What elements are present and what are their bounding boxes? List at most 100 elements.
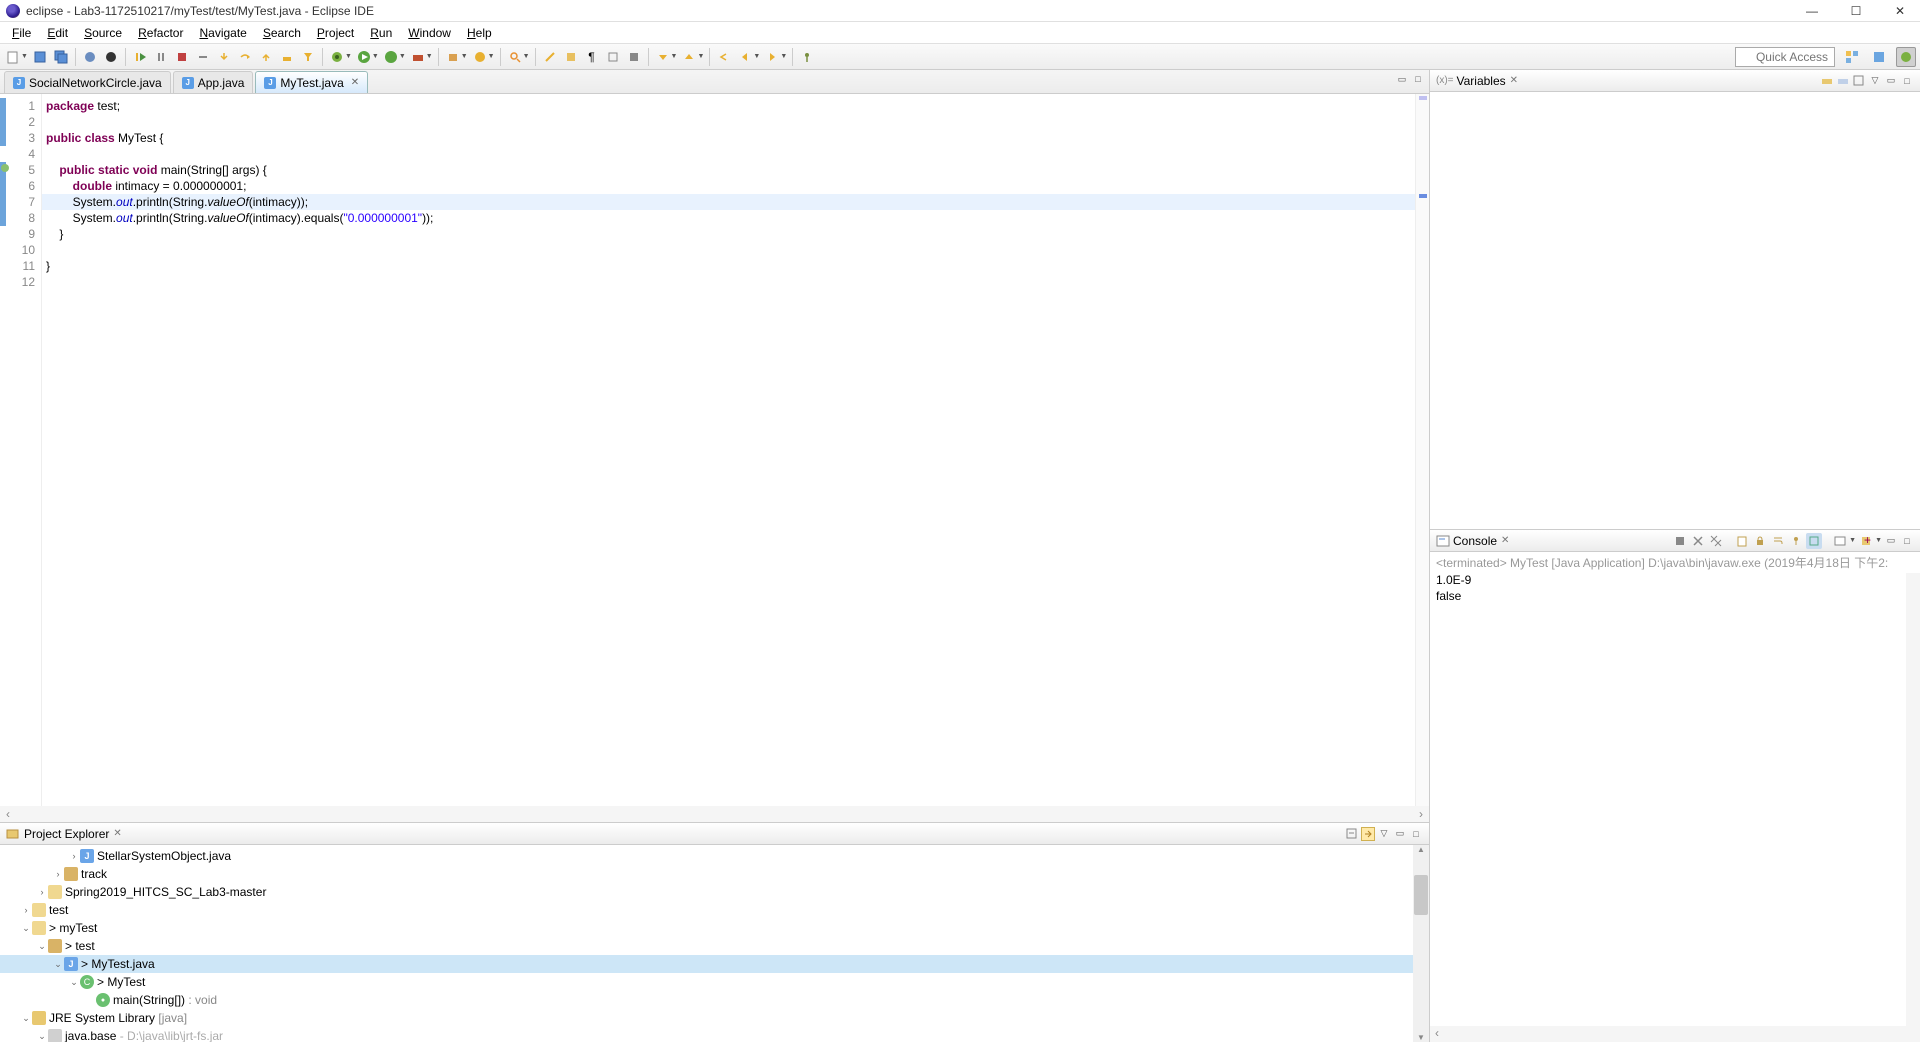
console-scroll-lock-button[interactable] [1752, 533, 1768, 549]
variables-close-icon[interactable]: ✕ [1510, 75, 1518, 86]
editor-tab[interactable]: JApp.java [173, 71, 254, 93]
tree-expander-icon[interactable]: › [36, 887, 48, 897]
menu-run[interactable]: Run [362, 24, 400, 42]
search-button[interactable] [506, 48, 524, 66]
quick-access-input[interactable] [1735, 47, 1835, 67]
coverage-button[interactable] [382, 48, 400, 66]
scroll-right-icon[interactable]: › [1413, 807, 1429, 821]
back-button[interactable] [736, 48, 754, 66]
last-edit-button[interactable] [715, 48, 733, 66]
scroll-left-icon[interactable]: ‹ [0, 807, 16, 821]
pin-editor-button[interactable] [798, 48, 816, 66]
menu-edit[interactable]: Edit [39, 24, 76, 42]
toolbar-btn-a[interactable] [604, 48, 622, 66]
console-output[interactable]: 1.0E-9false [1430, 573, 1920, 1026]
tree-expander-icon[interactable]: › [52, 869, 64, 879]
new-package-button[interactable] [444, 48, 462, 66]
console-min-button[interactable]: ▭ [1884, 534, 1898, 548]
toggle-mark-button[interactable] [541, 48, 559, 66]
collapse-all-button[interactable] [1345, 827, 1359, 841]
console-word-wrap-button[interactable] [1770, 533, 1786, 549]
menu-refactor[interactable]: Refactor [130, 24, 191, 42]
ext-tools-button[interactable] [409, 48, 427, 66]
forward-button[interactable] [763, 48, 781, 66]
tree-row[interactable]: ⌄J> MyTest.java [0, 955, 1429, 973]
menu-source[interactable]: Source [76, 24, 130, 42]
terminate-button[interactable] [173, 48, 191, 66]
tab-close-icon[interactable]: ✕ [351, 77, 359, 88]
tree-row[interactable]: ⌄> myTest [0, 919, 1429, 937]
debug-perspective-button[interactable] [1896, 47, 1916, 67]
console-display-button[interactable] [1832, 533, 1848, 549]
tree-row[interactable]: ⌄JRE System Library [java] [0, 1009, 1429, 1027]
tree-row[interactable]: ⌄java.base - D:\java\lib\jrt-fs.jar [0, 1027, 1429, 1042]
editor-tab[interactable]: JMyTest.java✕ [255, 71, 368, 93]
java-perspective-button[interactable] [1869, 47, 1889, 67]
editor-maximize-button[interactable]: □ [1411, 72, 1425, 86]
tree-expander-icon[interactable]: › [20, 905, 32, 915]
toggle-breakpoint-button[interactable] [81, 48, 99, 66]
menu-file[interactable]: File [4, 24, 39, 42]
open-perspective-button[interactable] [1842, 47, 1862, 67]
tree-expander-icon[interactable]: ⌄ [52, 959, 64, 970]
vars-menu-button[interactable]: ▽ [1868, 74, 1882, 88]
prev-annotation-button[interactable] [680, 48, 698, 66]
skip-breakpoints-button[interactable] [102, 48, 120, 66]
menu-navigate[interactable]: Navigate [191, 24, 254, 42]
variables-body[interactable] [1430, 92, 1920, 529]
tree-row[interactable]: ⌄C> MyTest [0, 973, 1429, 991]
drop-to-frame-button[interactable] [278, 48, 296, 66]
menu-help[interactable]: Help [459, 24, 500, 42]
save-all-button[interactable] [52, 48, 70, 66]
suspend-button[interactable] [152, 48, 170, 66]
close-button[interactable]: ✕ [1886, 1, 1914, 21]
tree-scrollbar[interactable]: ▲ ▼ [1413, 845, 1429, 1042]
vars-show-type-button[interactable] [1820, 74, 1834, 88]
project-explorer-close-icon[interactable]: ✕ [113, 828, 121, 839]
console-close-icon[interactable]: ✕ [1501, 535, 1509, 546]
toolbar-btn-b[interactable] [625, 48, 643, 66]
console-open-button[interactable]: + [1858, 533, 1874, 549]
view-menu-button[interactable]: ▽ [1377, 827, 1391, 841]
code-body[interactable]: 123456789101112 package test;public clas… [0, 94, 1429, 806]
console-vscroll[interactable] [1906, 573, 1920, 1026]
menu-window[interactable]: Window [400, 24, 459, 42]
maximize-button[interactable]: ☐ [1842, 1, 1870, 21]
editor-minimize-button[interactable]: ▭ [1395, 72, 1409, 86]
tree-expander-icon[interactable]: › [68, 851, 80, 861]
next-annotation-button[interactable] [654, 48, 672, 66]
tree-expander-icon[interactable]: ⌄ [20, 923, 32, 934]
tree-row[interactable]: ›JStellarSystemObject.java [0, 847, 1429, 865]
new-button[interactable] [4, 48, 22, 66]
run-button[interactable] [355, 48, 373, 66]
editor-hscroll[interactable]: ‹ › [0, 806, 1429, 822]
console-hscroll[interactable]: ‹ [1430, 1026, 1920, 1042]
tree-expander-icon[interactable]: ⌄ [20, 1013, 32, 1024]
show-whitespace-button[interactable]: ¶ [583, 48, 601, 66]
toggle-block-button[interactable] [562, 48, 580, 66]
tree-row[interactable]: ⌄> test [0, 937, 1429, 955]
project-tree[interactable]: ›JStellarSystemObject.java›track›Spring2… [0, 845, 1429, 1042]
menu-project[interactable]: Project [309, 24, 362, 42]
tree-row[interactable]: ›Spring2019_HITCS_SC_Lab3-master [0, 883, 1429, 901]
console-remove-all-button[interactable] [1708, 533, 1724, 549]
explorer-min-button[interactable]: ▭ [1393, 827, 1407, 841]
console-max-button[interactable]: □ [1900, 534, 1914, 548]
menu-search[interactable]: Search [255, 24, 309, 42]
step-over-button[interactable] [236, 48, 254, 66]
resume-button[interactable] [131, 48, 149, 66]
console-clear-button[interactable] [1734, 533, 1750, 549]
console-pin-button[interactable] [1788, 533, 1804, 549]
tree-row[interactable]: ›track [0, 865, 1429, 883]
tree-expander-icon[interactable]: ⌄ [68, 977, 80, 988]
vars-min-button[interactable]: ▭ [1884, 74, 1898, 88]
minimize-button[interactable]: — [1798, 1, 1826, 21]
vars-max-button[interactable]: □ [1900, 74, 1914, 88]
console-terminate-button[interactable] [1672, 533, 1688, 549]
vars-show-logical-button[interactable] [1836, 74, 1850, 88]
step-filters-button[interactable] [299, 48, 317, 66]
console-remove-button[interactable] [1690, 533, 1706, 549]
explorer-max-button[interactable]: □ [1409, 827, 1423, 841]
code-lines[interactable]: package test;public class MyTest { publi… [42, 94, 1415, 806]
save-button[interactable] [31, 48, 49, 66]
